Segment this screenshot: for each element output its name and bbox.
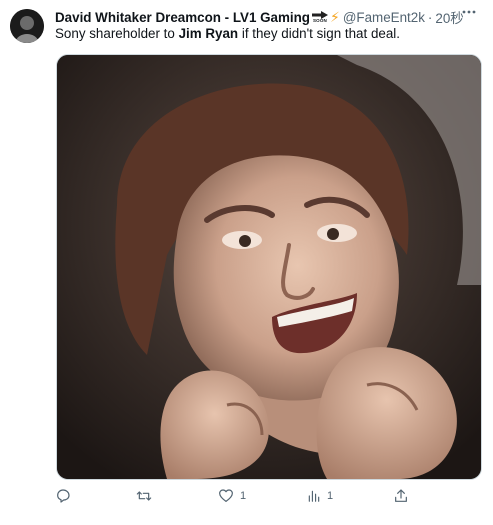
- like-icon: [219, 489, 233, 502]
- more-icon[interactable]: [461, 4, 477, 24]
- author-handle[interactable]: @FameEnt2k: [343, 10, 425, 25]
- reply-button[interactable]: [55, 488, 77, 504]
- like-count: 1: [240, 490, 247, 502]
- tweet-image[interactable]: [56, 54, 482, 480]
- tweet-text-before: Sony shareholder to: [55, 26, 179, 41]
- tweet-actions: 1 1: [55, 488, 475, 508]
- retweet-icon: [136, 491, 152, 501]
- tweet-text-bold: Jim Ryan: [178, 26, 239, 41]
- like-button[interactable]: 1: [218, 488, 246, 504]
- timestamp[interactable]: 20秒: [435, 7, 463, 27]
- avatar[interactable]: [10, 9, 44, 43]
- views-icon: [308, 490, 320, 502]
- tweet-text-after: if they didn't sign that deal.: [238, 26, 400, 41]
- tweet: David Whitaker Dreamcon - LV1 Gaming SOO…: [0, 0, 493, 525]
- views-count: 1: [327, 490, 334, 502]
- share-button[interactable]: [393, 488, 409, 504]
- views-button[interactable]: 1: [307, 488, 333, 504]
- share-icon: [395, 489, 407, 502]
- tweet-header: David Whitaker Dreamcon - LV1 Gaming SOO…: [55, 7, 464, 27]
- retweet-button[interactable]: [135, 488, 159, 504]
- separator-dot: ·: [427, 9, 433, 25]
- soon-arrow-icon: SOON: [311, 9, 329, 25]
- badge-label: SOON: [312, 18, 328, 23]
- author-name[interactable]: David Whitaker Dreamcon - LV1 Gaming: [55, 10, 310, 25]
- tweet-text: Sony shareholder to Jim Ryan if they did…: [55, 26, 400, 41]
- reply-icon: [57, 489, 70, 503]
- lightning-bolt-icon: ⚡: [329, 8, 340, 25]
